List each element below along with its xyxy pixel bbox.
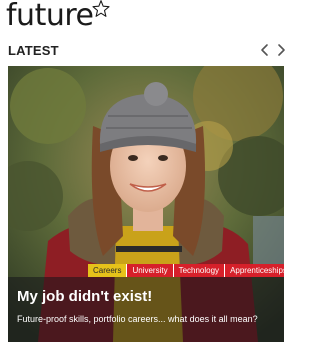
tag-careers[interactable]: Careers [88,264,127,277]
chevron-left-icon[interactable] [258,42,272,58]
tag-list: Careers University Technology Apprentice… [88,264,284,277]
star-icon [92,0,110,17]
article-headline[interactable]: My job didn't exist! [17,288,152,305]
logo-text: future [6,0,94,33]
caption-overlay [8,277,284,342]
article-card[interactable]: Careers University Technology Apprentice… [8,66,284,342]
article-subline: Future-proof skills, portfolio careers..… [17,314,258,324]
logo[interactable]: future [6,0,110,33]
chevron-right-icon[interactable] [274,42,288,58]
tag-university[interactable]: University [126,264,173,277]
tag-apprenticeships[interactable]: Apprenticeships [224,264,284,277]
tag-technology[interactable]: Technology [172,264,225,277]
section-title: LATEST [8,43,59,58]
